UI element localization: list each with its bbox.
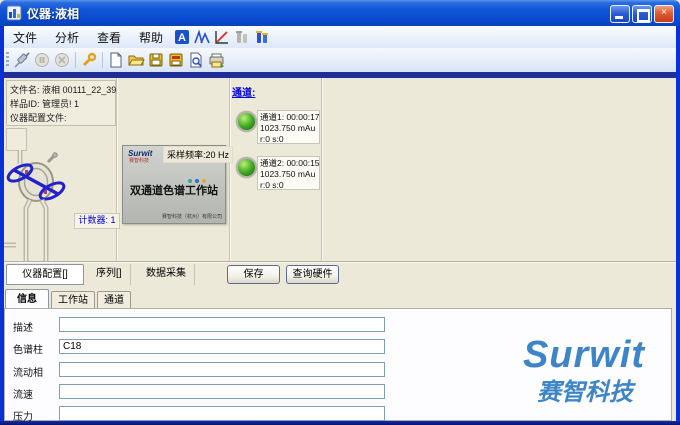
channel-2-status: r:0 s:0 (260, 180, 319, 191)
section-divider (4, 261, 676, 262)
info-form-panel: 描述 色谱柱 流动相 流速 压力 Surwit 赛智科技 (4, 308, 672, 421)
column-divider (321, 78, 322, 261)
app-icon (7, 5, 23, 21)
channel-1-time: 通道1: 00:00:17 (260, 112, 319, 123)
menu-item-view[interactable]: 查看 (88, 27, 130, 48)
flow-path-schematic (4, 78, 116, 261)
inject-icon[interactable] (13, 52, 31, 69)
channel-1-signal: 1023.750 mAu (260, 123, 319, 134)
surwit-logo: Surwit (499, 335, 669, 375)
toolbar-grip (6, 52, 9, 68)
stop-disabled-icon (53, 52, 71, 69)
close-button[interactable]: × (654, 5, 674, 23)
window-border-bottom (0, 421, 680, 425)
menu-bar: 文件 分析 查看 帮助 A (4, 26, 676, 48)
column-disabled-icon (233, 29, 251, 46)
save-button[interactable]: 保存 (227, 265, 280, 284)
menu-item-analysis[interactable]: 分析 (46, 27, 88, 48)
tab-data-acquisition[interactable]: 数据采集 (138, 264, 195, 285)
channel-2-led-icon (236, 157, 257, 178)
mobile-phase-input[interactable] (59, 362, 385, 377)
app-window: 仪器:液相 × 文件 分析 查看 帮助 A (0, 0, 680, 425)
channel-1-status: r:0 s:0 (260, 134, 319, 145)
column-input[interactable] (59, 339, 385, 354)
tab-channel[interactable]: 通道 (97, 291, 131, 309)
surwit-logo-cn: 赛智科技 (515, 379, 655, 407)
column-divider (229, 78, 230, 261)
title-bar: 仪器:液相 × (0, 0, 680, 26)
column-icon[interactable] (253, 29, 271, 46)
query-hardware-button[interactable]: 查询硬件 (286, 265, 339, 284)
channel-2-time: 通道2: 00:00:15 (260, 158, 319, 169)
channel-1-led-icon (236, 111, 257, 132)
channels-header[interactable]: 通道: (232, 84, 255, 99)
flow-rate-label: 流速 (13, 386, 33, 401)
pressure-input[interactable] (59, 406, 385, 421)
tab-instrument-config[interactable]: 仪器配置[] (6, 264, 84, 285)
tab-sequence[interactable]: 序列[] (88, 264, 131, 285)
menu-item-file[interactable]: 文件 (4, 27, 46, 48)
main-toolbar (4, 48, 676, 73)
column-label: 色谱柱 (13, 341, 43, 356)
tab-info[interactable]: 信息 (5, 289, 49, 309)
window-border-left (0, 26, 4, 421)
device-brand-cn: 赛智科技 (129, 159, 149, 164)
channel-2-signal: 1023.750 mAu (260, 169, 319, 180)
open-folder-icon[interactable] (127, 52, 145, 69)
wrench-icon[interactable] (80, 52, 98, 69)
print-icon[interactable] (207, 52, 225, 69)
toolbar-separator (102, 52, 103, 68)
description-label: 描述 (13, 319, 33, 334)
toolbar-separator (75, 52, 76, 68)
new-file-icon[interactable] (107, 52, 125, 69)
save-icon[interactable] (147, 52, 165, 69)
peaks-icon[interactable] (193, 29, 211, 46)
calibration-curve-icon[interactable] (213, 29, 231, 46)
tab-workstation[interactable]: 工作站 (51, 291, 95, 309)
pause-disabled-icon (33, 52, 51, 69)
menu-item-help[interactable]: 帮助 (130, 27, 172, 48)
status-area: 文件名: 液相 00111_22_39 样品ID: 管理员! 1 仪器配置文件: (4, 78, 676, 308)
description-input[interactable] (59, 317, 385, 332)
window-border-right (676, 26, 680, 421)
device-company: 赛智科技（杭州）有限公司 (162, 213, 222, 220)
svg-text:A: A (178, 32, 186, 44)
channel-2-info: 通道2: 00:00:15 1023.750 mAu r:0 s:0 (257, 156, 320, 190)
column-divider (116, 78, 117, 261)
minimize-button[interactable] (610, 5, 630, 23)
channel-1-info: 通道1: 00:00:17 1023.750 mAu r:0 s:0 (257, 110, 320, 144)
maximize-button[interactable] (632, 5, 652, 23)
device-title: 双通道色谱工作站 (123, 182, 225, 198)
counter-label: 计数器: 1 (74, 213, 120, 229)
save-all-icon[interactable] (167, 52, 185, 69)
print-preview-icon[interactable] (187, 52, 205, 69)
mobile-phase-label: 流动相 (13, 364, 43, 379)
flow-rate-input[interactable] (59, 384, 385, 399)
autoscale-icon[interactable]: A (173, 29, 191, 46)
sample-rate-label: 采样频率:20 Hz (163, 146, 233, 163)
window-title: 仪器:液相 (27, 5, 79, 22)
device-brand-logo: Surwit (128, 150, 152, 158)
